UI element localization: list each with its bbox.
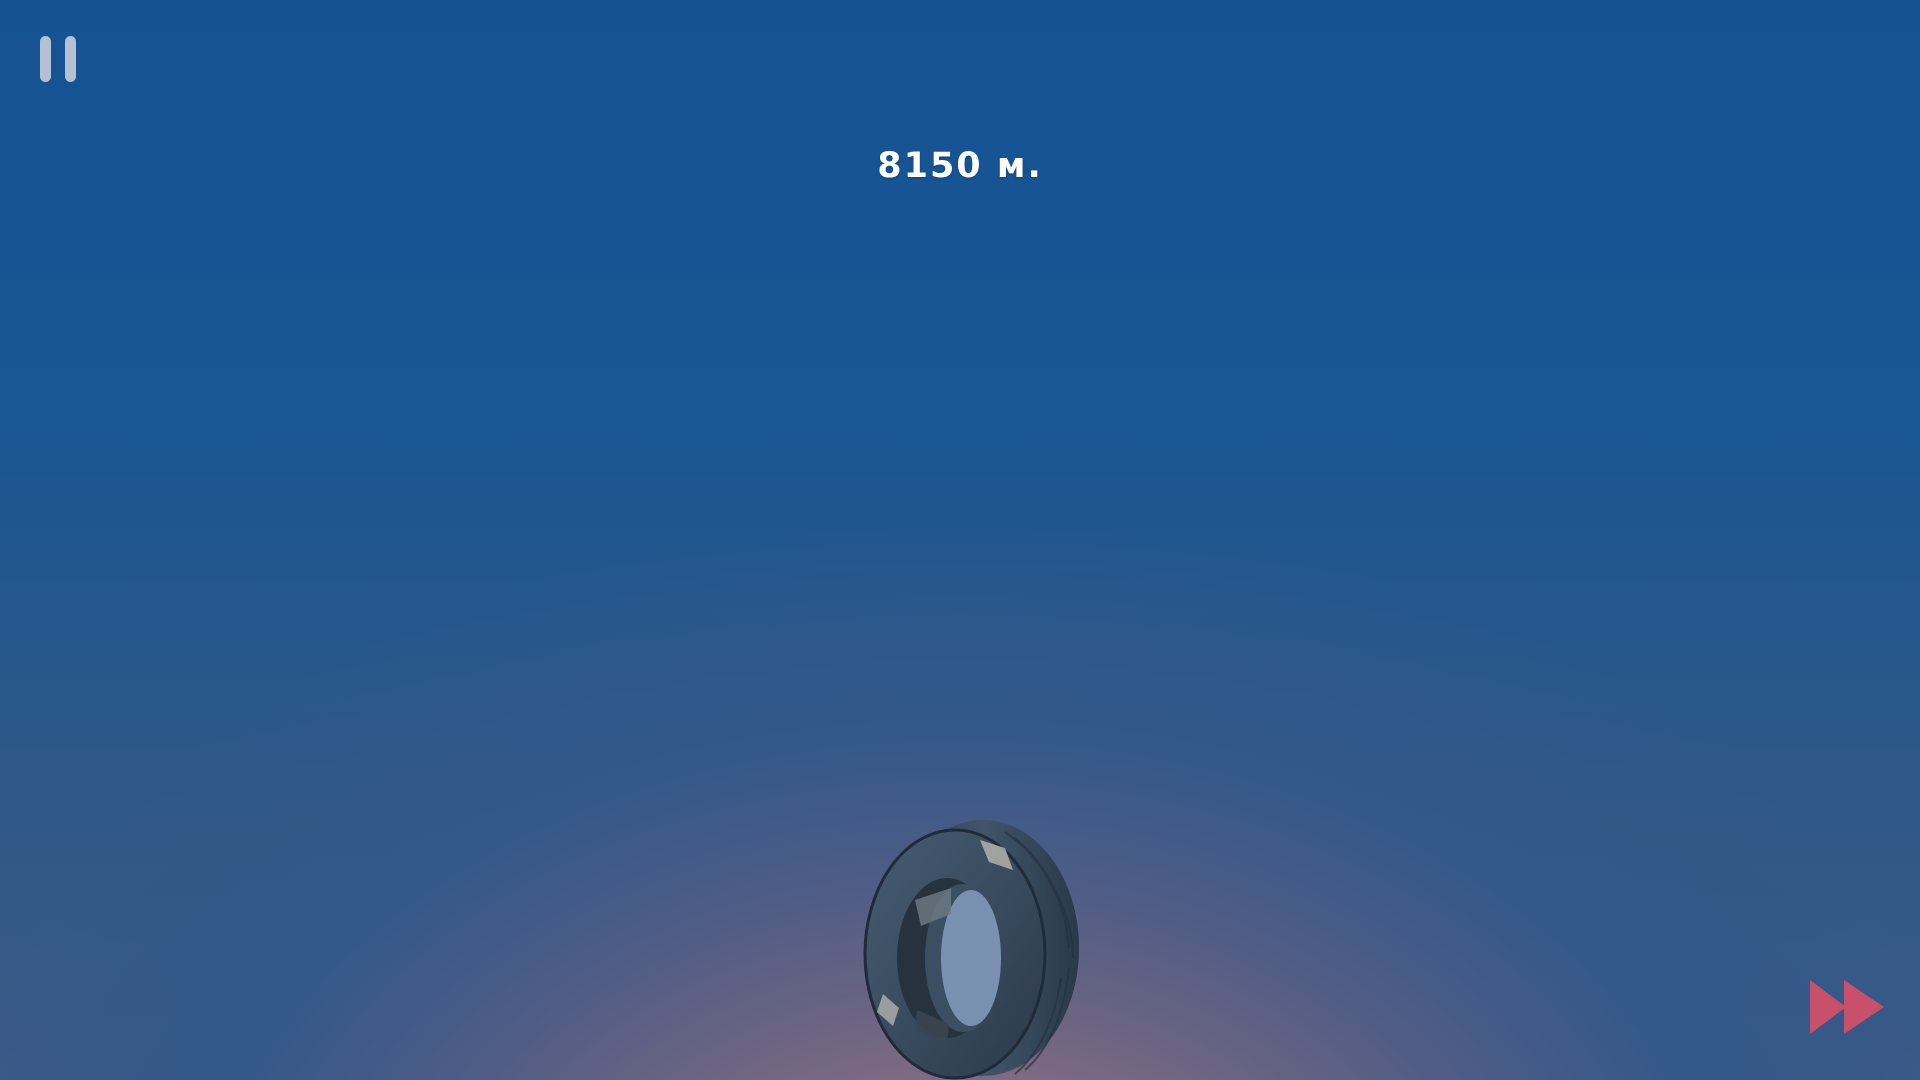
pause-icon-bar-left xyxy=(40,36,51,82)
pause-button[interactable] xyxy=(40,36,76,82)
fast-forward-icon xyxy=(1810,980,1884,1034)
distance-counter: 8150 м. xyxy=(877,146,1043,186)
fast-forward-button[interactable] xyxy=(1808,978,1886,1036)
pause-icon-bar-right xyxy=(65,36,76,82)
game-viewport[interactable]: 8150 м. xyxy=(0,0,1920,1080)
tire-character xyxy=(863,820,1079,1080)
